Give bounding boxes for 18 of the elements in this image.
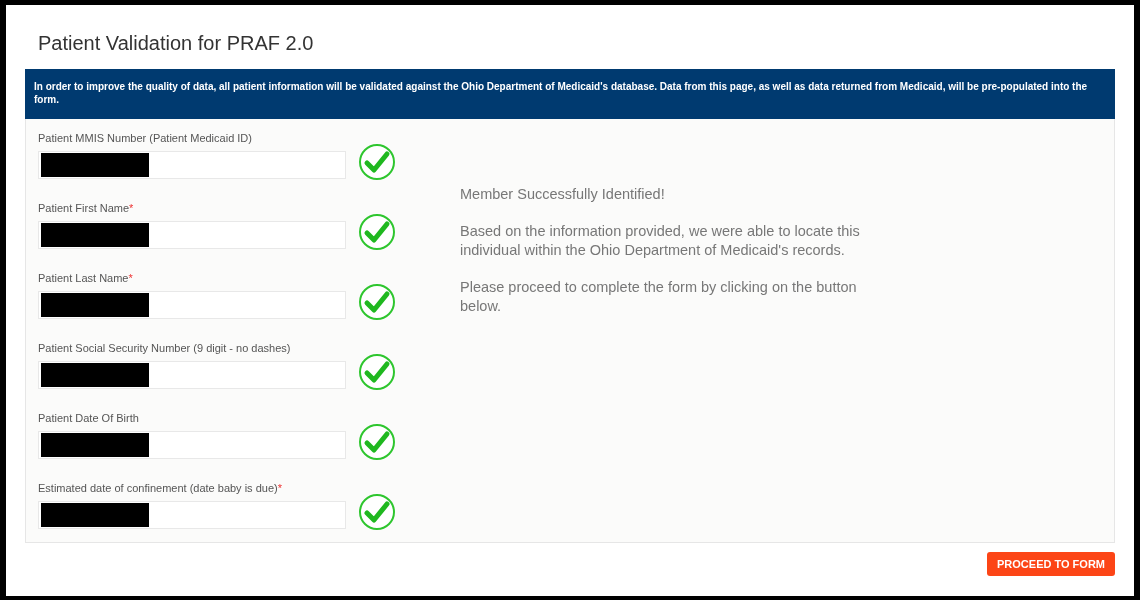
- text-field[interactable]: [38, 221, 346, 249]
- text-field[interactable]: [38, 151, 346, 179]
- status-message: Based on the information provided, we were able to locate this individual within the Ohio Department of Medicaid's records.: [460, 222, 861, 260]
- page-title: Patient Validation for PRAF 2.0: [38, 31, 314, 55]
- text-field[interactable]: [38, 431, 346, 459]
- field-label: Patient Last Name*: [38, 271, 133, 285]
- field-label: Estimated date of confinement (date baby is due)*: [38, 481, 282, 495]
- info-banner: In order to improve the quality of data, all patient information will be validated against the Ohio Department of Medicaid's database. Data from this page, as well as data returned from Medicaid, will be pre-populated into the form.: [25, 69, 1115, 119]
- field-label: Patient First Name*: [38, 201, 134, 215]
- status-message: Please proceed to complete the form by clicking on the button below.: [460, 278, 858, 316]
- status-message: Member Successfully Identified!: [460, 185, 666, 204]
- field-label: Patient MMIS Number (Patient Medicaid ID): [38, 131, 252, 145]
- field-label: Patient Social Security Number (9 digit - no dashes): [38, 341, 291, 355]
- field-label: Patient Date Of Birth: [38, 411, 139, 425]
- text-field[interactable]: [38, 501, 346, 529]
- proceed-button[interactable]: PROCEED TO FORM: [987, 552, 1115, 576]
- text-field[interactable]: [38, 361, 346, 389]
- text-field[interactable]: [38, 291, 346, 319]
